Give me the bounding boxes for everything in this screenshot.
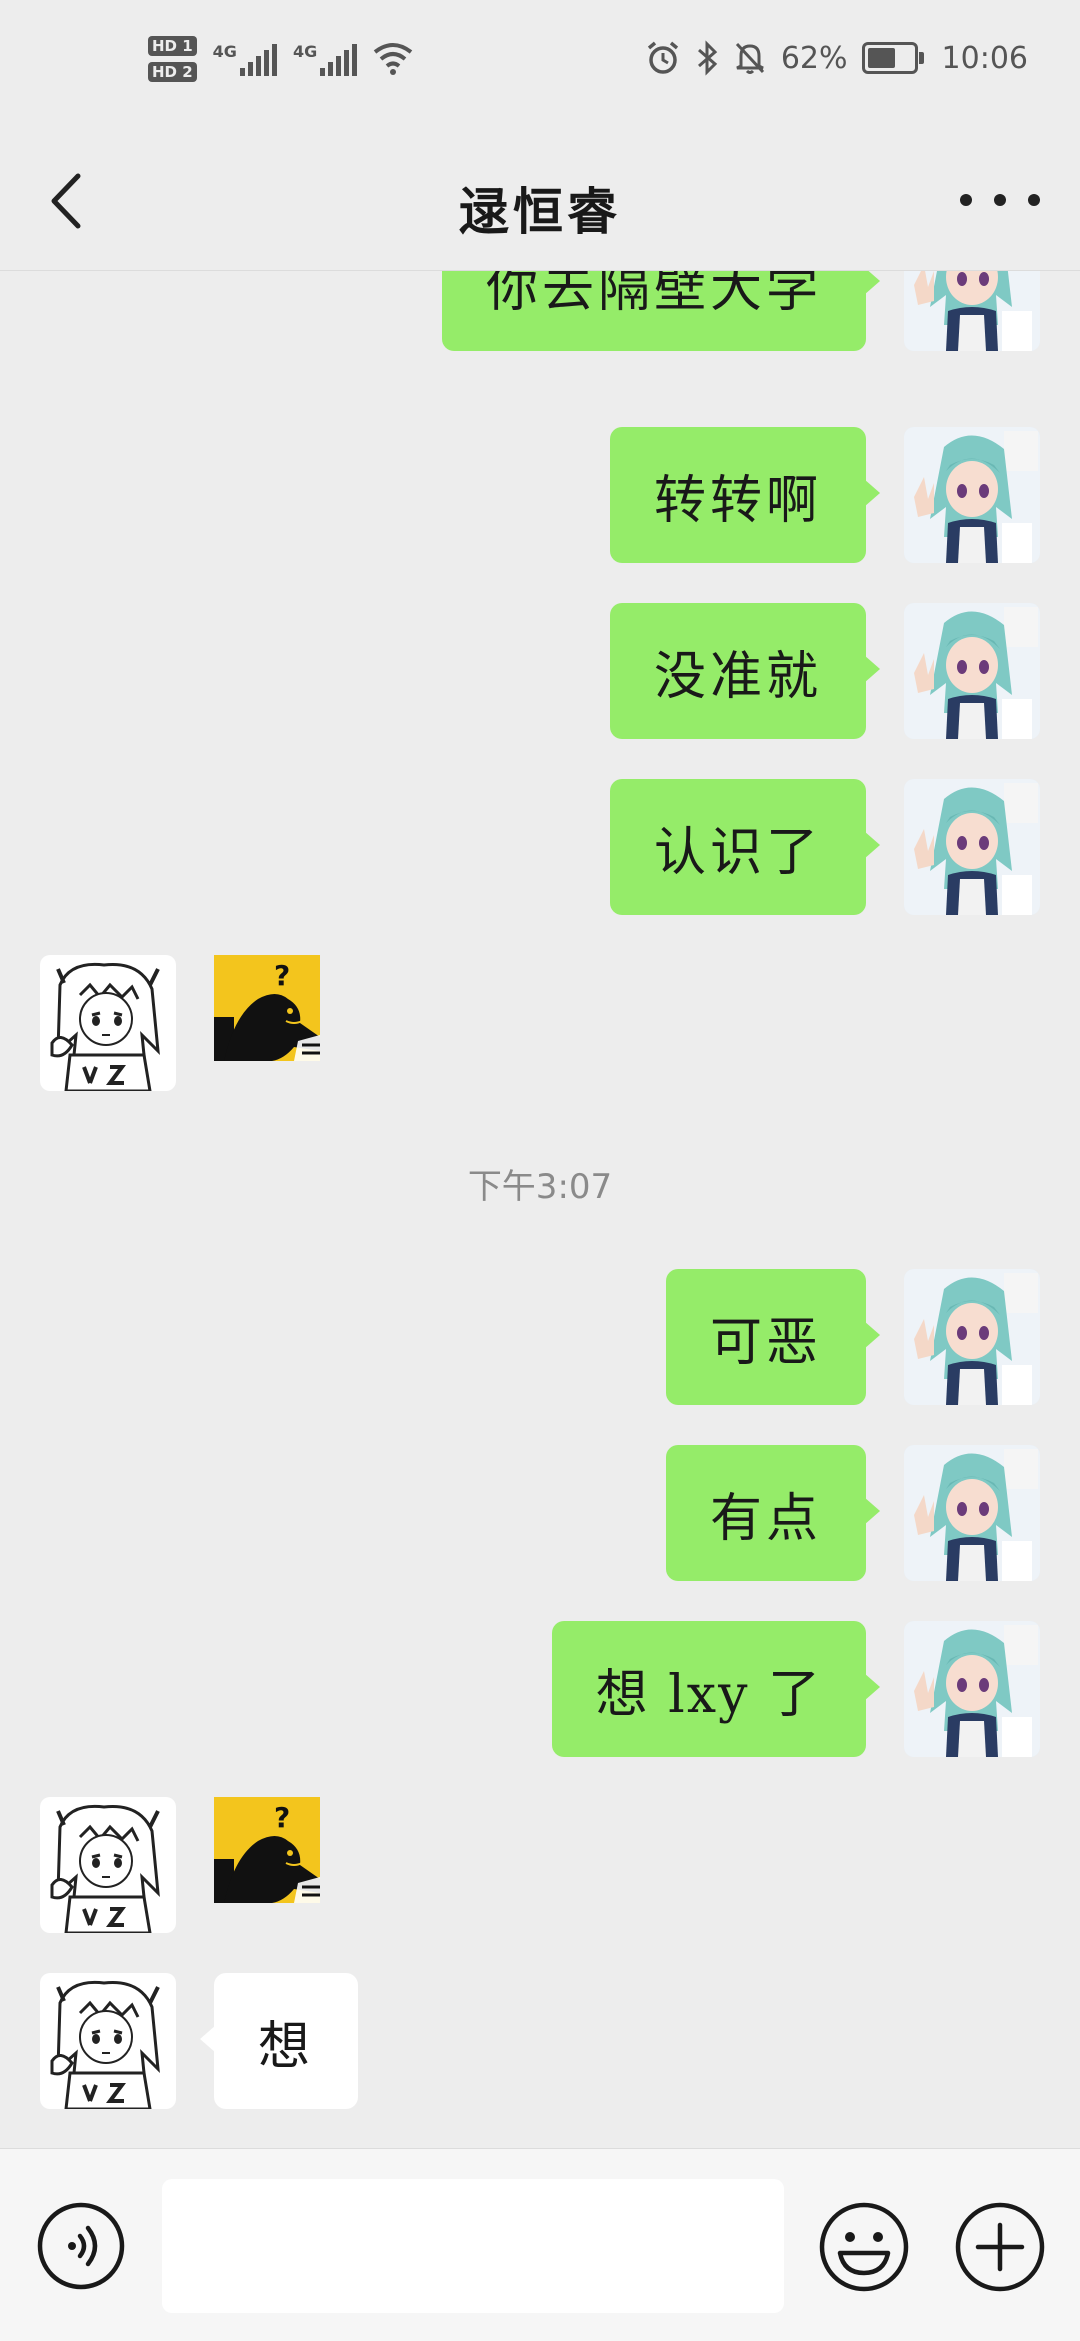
input-bar [0,2148,1080,2341]
confused-duck-sticker[interactable] [214,1797,320,1903]
self-avatar[interactable] [904,427,1040,563]
signal-icon: 4G [213,42,277,76]
contact-avatar[interactable] [40,1797,176,1933]
message-list[interactable]: 你去隔壁大学 转转啊 没准就 认识了 下午3:07 可恶 有点 想 lxy 了 … [0,271,1080,2148]
message-bubble[interactable]: 你去隔壁大学 [441,271,881,351]
self-avatar[interactable] [904,271,1040,351]
message-bubble[interactable]: 认识了 [609,779,881,915]
status-left-group: HD 1 HD 2 4G 4G [148,36,413,82]
chat-header: 逯恒睿 [0,130,1080,271]
message-incoming-sticker [0,1797,1080,1933]
message-bubble[interactable]: 可恶 [665,1269,881,1405]
self-avatar[interactable] [904,603,1040,739]
message-outgoing: 你去隔壁大学 [0,271,1080,351]
message-outgoing: 转转啊 [0,427,1080,563]
plus-icon[interactable] [954,2201,1046,2293]
self-avatar[interactable] [904,779,1040,915]
status-bar: HD 1 HD 2 4G 4G 62% 10:06 [0,0,1080,130]
contact-avatar[interactable] [40,955,176,1091]
message-input[interactable] [162,2179,784,2313]
battery-percent: 62% [780,40,848,76]
alarm-icon [647,41,678,74]
message-outgoing: 想 lxy 了 [0,1621,1080,1757]
clock-time: 10:06 [941,40,1028,76]
voice-icon[interactable] [36,2201,126,2291]
message-bubble[interactable]: 转转啊 [609,427,881,563]
confused-duck-sticker[interactable] [214,955,320,1061]
bluetooth-icon [697,40,718,76]
message-timestamp: 下午3:07 [467,1167,613,1207]
message-incoming: 想 [0,1973,1080,2109]
emoji-icon[interactable] [818,2201,910,2293]
network1-label: 4G [212,42,237,61]
self-avatar[interactable] [904,1621,1040,1757]
chat-title[interactable]: 逯恒睿 [0,172,1080,244]
battery-icon [861,42,924,74]
message-outgoing: 认识了 [0,779,1080,915]
network2-label: 4G [292,42,318,61]
message-bubble[interactable]: 想 lxy 了 [551,1621,881,1757]
message-bubble[interactable]: 没准就 [609,603,881,739]
message-bubble[interactable]: 有点 [665,1445,881,1581]
message-outgoing: 没准就 [0,603,1080,739]
mute-icon [735,42,764,74]
self-avatar[interactable] [904,1269,1040,1405]
message-bubble[interactable]: 想 [199,1973,359,2109]
self-avatar[interactable] [904,1445,1040,1581]
contact-avatar[interactable] [40,1973,176,2109]
sim-indicators: HD 1 HD 2 [148,36,197,82]
sim2-hd-badge: HD 2 [148,62,197,82]
signal-icon-2: 4G [292,42,358,76]
message-outgoing: 有点 [0,1445,1080,1581]
message-incoming-sticker [0,955,1080,1091]
more-dots-icon[interactable] [960,172,1040,228]
sim1-hd-badge: HD 1 [148,36,197,56]
status-right-group: 62% 10:06 [645,40,1028,76]
wifi-icon [373,43,413,75]
battery-fill [867,48,895,68]
message-outgoing: 可恶 [0,1269,1080,1405]
